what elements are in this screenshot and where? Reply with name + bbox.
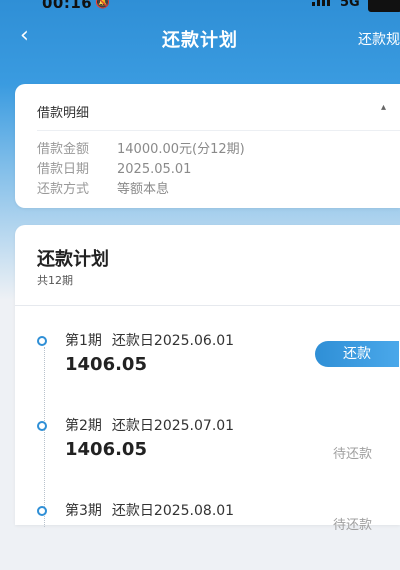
repayment-plan-card: 还款计划 共12期 第1期 还款日2025.06.01 1406.05 还款 第2… — [15, 225, 400, 533]
mute-icon: 🔕 — [95, 0, 110, 9]
loan-date-label: 借款日期 — [37, 162, 90, 177]
divider — [37, 130, 400, 131]
battery-icon — [368, 0, 400, 12]
navigation-bar: ‹ 还款计划 还款规 — [0, 20, 400, 56]
installment-period: 第3期 还款日2025.08.01 — [65, 500, 234, 520]
installment-row-2: 第2期 还款日2025.07.01 1406.05 待还款 — [15, 415, 400, 485]
period-number: 第2期 — [65, 418, 102, 434]
repay-button[interactable]: 还款 — [315, 341, 399, 367]
loan-amount-label: 借款金额 — [37, 142, 90, 157]
timeline-dot-icon — [37, 506, 47, 516]
loan-date-row: 借款日期 2025.05.01 — [37, 158, 191, 177]
timeline-dot-icon — [37, 336, 47, 346]
installment-amount: 1406.05 — [65, 439, 147, 460]
due-date: 还款日2025.07.01 — [111, 418, 235, 434]
loan-date-value: 2025.05.01 — [117, 162, 192, 177]
caret-up-icon[interactable]: ▴ — [381, 102, 386, 113]
page-title: 还款计划 — [162, 30, 238, 51]
loan-detail-header[interactable]: 借款明细 — [37, 102, 89, 121]
installment-period: 第2期 还款日2025.07.01 — [65, 415, 234, 435]
installment-amount: 1406.05 — [65, 354, 147, 375]
plan-title: 还款计划 — [37, 249, 109, 270]
due-date: 还款日2025.08.01 — [111, 503, 235, 519]
installment-row-1: 第1期 还款日2025.06.01 1406.05 还款 — [15, 330, 400, 400]
period-number: 第3期 — [65, 503, 102, 519]
loan-detail-card: 借款明细 ▴ 借款金额 14000.00元(分12期) 借款日期 2025.05.0… — [15, 84, 400, 208]
loan-amount-row: 借款金额 14000.00元(分12期) — [37, 138, 245, 157]
repayment-method-row: 还款方式 等额本息 — [37, 178, 169, 197]
plan-period-count: 共12期 — [37, 274, 73, 287]
timeline-dot-icon — [37, 421, 47, 431]
repayment-rules-link[interactable]: 还款规 — [358, 29, 400, 49]
repayment-method-value: 等额本息 — [117, 182, 170, 197]
pending-status: 待还款 — [333, 447, 373, 462]
repayment-method-label: 还款方式 — [37, 182, 90, 197]
loan-amount-value: 14000.00元(分12期) — [117, 142, 245, 157]
period-number: 第1期 — [65, 333, 102, 349]
pending-status: 待还款 — [333, 518, 373, 533]
due-date: 还款日2025.06.01 — [111, 333, 235, 349]
signal-icon — [312, 0, 330, 6]
network-type: 5G — [340, 0, 360, 10]
installment-period: 第1期 还款日2025.06.01 — [65, 330, 234, 350]
status-time: 00:16 — [42, 0, 93, 12]
status-bar: 00:16 🔕 5G — [0, 0, 400, 14]
divider — [15, 305, 400, 306]
installment-row-3: 第3期 还款日2025.08.01 待还款 — [15, 500, 400, 570]
